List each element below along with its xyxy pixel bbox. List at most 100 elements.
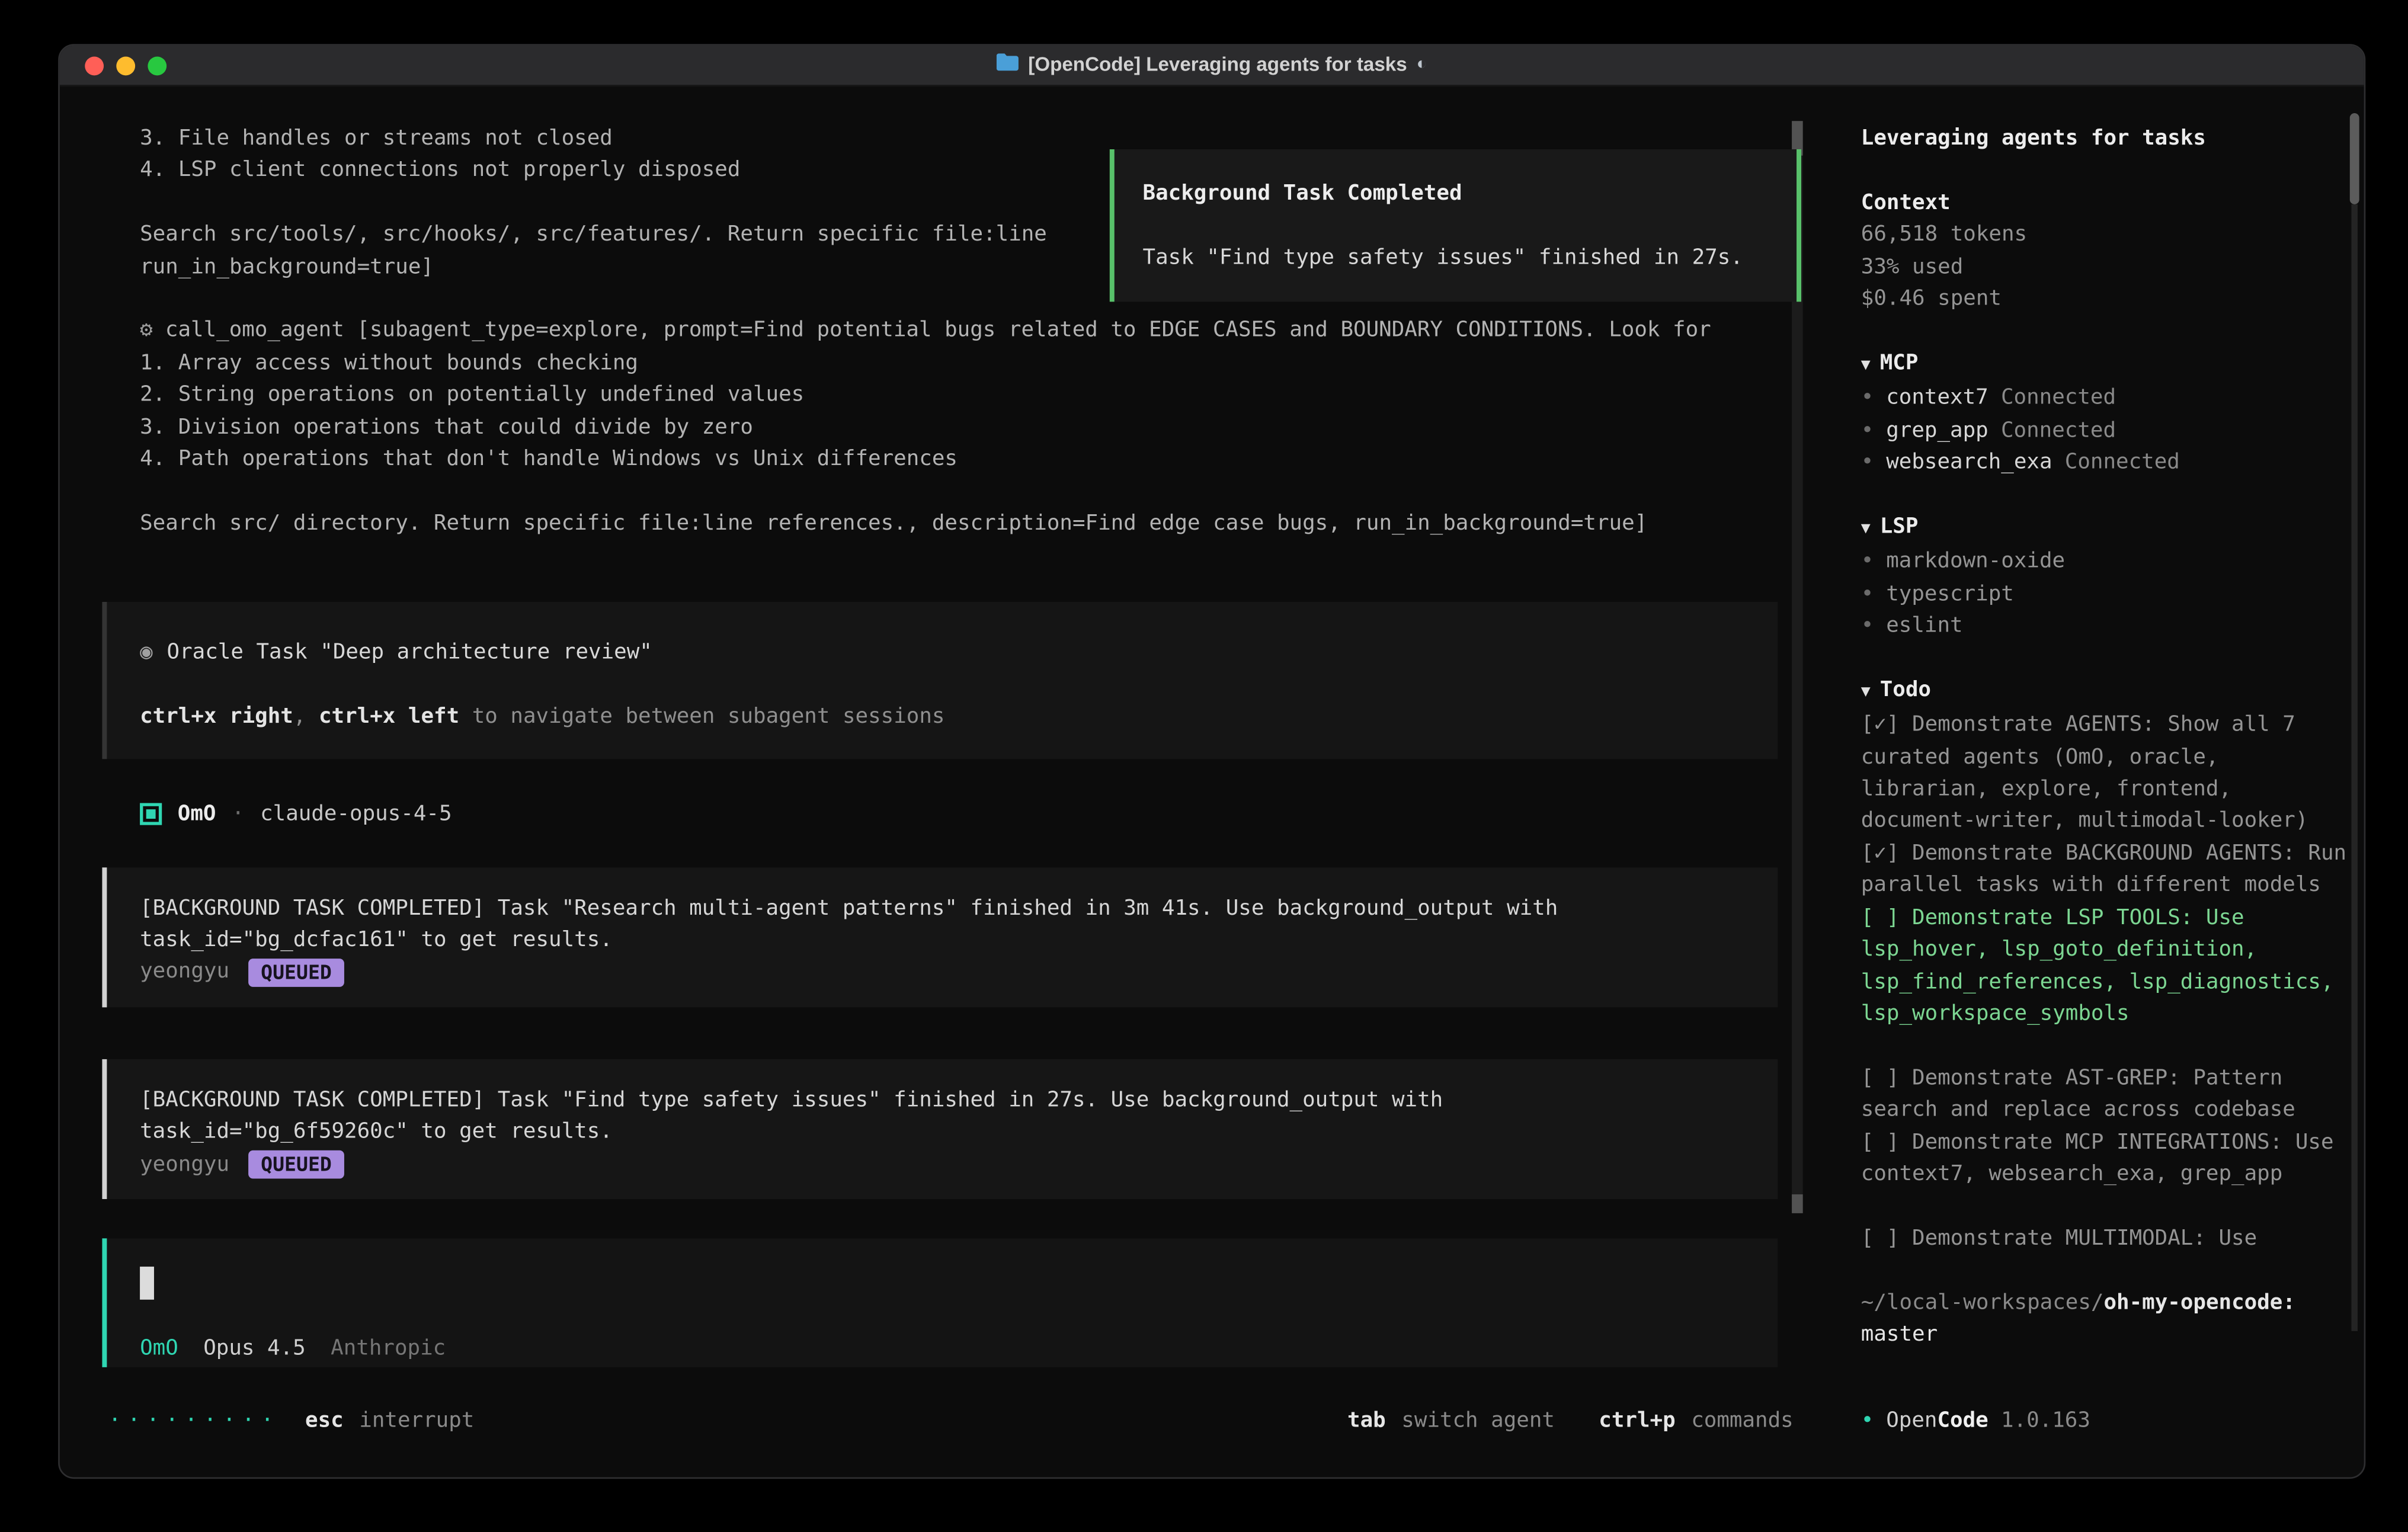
- folder-icon: [997, 49, 1019, 81]
- bullet-icon: •: [1861, 414, 1886, 446]
- terminal-line: 4. Path operations that don't handle Win…: [102, 443, 1778, 475]
- status-bar: ········· esc interrupt tab switch agent…: [108, 1404, 1794, 1436]
- todo-item: [✓] Demonstrate BACKGROUND AGENTS: Run p…: [1861, 838, 2352, 902]
- scrollbar-thumb[interactable]: [2350, 113, 2359, 204]
- lsp-header-text: LSP: [1880, 514, 1919, 539]
- mcp-status: Connected: [2065, 446, 2180, 478]
- dot-separator: ·: [232, 799, 245, 831]
- bullet-icon: •: [1861, 446, 1886, 478]
- workspace-path-prefix: ~/local-workspaces/: [1861, 1290, 2104, 1315]
- bullet-icon: •: [1861, 546, 1886, 578]
- tool-call-text: call_omo_agent [subagent_type=explore, p…: [165, 318, 1711, 343]
- sidebar-scrollbar[interactable]: [2350, 113, 2359, 1331]
- fisheye-icon: ◉: [140, 640, 153, 665]
- bullet-icon: •: [1861, 610, 1886, 642]
- input-agent-label: OmO: [140, 1333, 178, 1365]
- lsp-name: eslint: [1886, 610, 1962, 642]
- terminal-line: [102, 475, 1778, 507]
- todo-header[interactable]: ▼ Todo: [1861, 674, 2352, 709]
- workspace-path: ~/local-workspaces/oh-my-opencode: maste…: [1861, 1286, 2352, 1350]
- gear-icon: ⚙: [140, 318, 153, 343]
- mcp-section: ▼MCP •context7Connected •grep_app Connect…: [1861, 347, 2352, 479]
- session-status-icon: ◐: [1417, 49, 1427, 81]
- queued-badge: QUEUED: [248, 1150, 344, 1178]
- oracle-task-card: ◉Oracle Task "Deep architecture review" …: [102, 602, 1778, 759]
- hint-separator: ,: [293, 704, 319, 729]
- opencode-window: [OpenCode] Leveraging agents for tasks ◐…: [58, 44, 2365, 1479]
- close-button[interactable]: [85, 56, 104, 75]
- bullet-icon: •: [1861, 1404, 1886, 1436]
- background-task-notification: Background Task Completed Task "Find typ…: [1110, 149, 1801, 302]
- context-header: Context: [1861, 187, 2352, 219]
- app-version: 1.0.163: [2001, 1404, 2090, 1436]
- mcp-item: •grep_app Connected: [1861, 414, 2352, 446]
- main-pane: 3. File handles or streams not closed 4.…: [60, 88, 1825, 1477]
- mcp-header[interactable]: ▼MCP: [1861, 347, 2352, 382]
- spinner-dots: ·········: [108, 1404, 280, 1436]
- bullet-icon: •: [1861, 382, 1886, 414]
- todo-section: ▼ Todo [✓] Demonstrate AGENTS: Show all 7…: [1861, 674, 2352, 1255]
- todo-item: [✓] Demonstrate AGENTS: Show all 7 curat…: [1861, 709, 2352, 838]
- context-used: 33% used: [1861, 251, 2352, 283]
- terminal-line: Search src/ directory. Return specific f…: [102, 507, 1778, 539]
- todo-header-text: Todo: [1880, 677, 1931, 702]
- todo-item: [ ] Demonstrate AST-GREP: Pattern search…: [1861, 1062, 2352, 1126]
- input-footer: OmO Opus 4.5 Anthropic: [140, 1333, 1778, 1365]
- chevron-down-icon: ▼: [1861, 520, 1871, 537]
- queued-badge: QUEUED: [248, 958, 344, 986]
- message-footer: yeongyu QUEUED: [140, 956, 1778, 988]
- lsp-section: ▼ LSP •markdown-oxide •typescript •eslint: [1861, 511, 2352, 642]
- prompt-input[interactable]: OmO Opus 4.5 Anthropic: [102, 1239, 1778, 1368]
- minimize-button[interactable]: [116, 56, 135, 75]
- scrollbar-thumb[interactable]: [1792, 1194, 1803, 1213]
- message-line: [BACKGROUND TASK COMPLETED] Task "Find t…: [140, 1084, 1778, 1116]
- session-title: Leveraging agents for tasks: [1861, 123, 2352, 155]
- status-bar-right: tab switch agent ctrl+p commands: [1347, 1404, 1794, 1436]
- notification-title: Background Task Completed: [1143, 178, 1769, 210]
- mcp-item: •context7Connected: [1861, 382, 2352, 414]
- bullet-icon: •: [1861, 578, 1886, 610]
- window-title-text: [OpenCode] Leveraging agents for tasks: [1028, 49, 1407, 81]
- desktop: [OpenCode] Leveraging agents for tasks ◐…: [0, 0, 2408, 1532]
- workspace-branch: master: [1861, 1322, 1938, 1347]
- lsp-item: •eslint: [1861, 610, 2352, 642]
- mcp-header-text: MCP: [1880, 350, 1919, 375]
- workspace-repo: oh-my-opencode:: [2103, 1290, 2295, 1315]
- message-author: yeongyu: [140, 956, 229, 988]
- lsp-header[interactable]: ▼ LSP: [1861, 511, 2352, 546]
- ctrl-p-key-hint: ctrl+p: [1599, 1404, 1675, 1436]
- chevron-down-icon: ▼: [1861, 684, 1871, 701]
- lsp-name: typescript: [1886, 578, 2014, 610]
- mcp-name: grep_app: [1886, 414, 1988, 446]
- hint-key-left: ctrl+x left: [319, 704, 459, 729]
- window-content: 3. File handles or streams not closed 4.…: [60, 88, 2364, 1477]
- sidebar-footer: • Open Code 1.0.163: [1861, 1404, 2090, 1436]
- session-header[interactable]: OmO · claude-opus-4-5: [102, 799, 1778, 831]
- window-title: [OpenCode] Leveraging agents for tasks ◐: [997, 49, 1427, 81]
- lsp-item: •typescript: [1861, 578, 2352, 610]
- app-name-bold: Code: [1937, 1404, 1988, 1436]
- tool-call-line: ⚙ call_omo_agent [subagent_type=explore, …: [102, 315, 1778, 347]
- mcp-name: websearch_exa: [1886, 446, 2052, 478]
- zoom-button[interactable]: [148, 56, 166, 75]
- input-provider-label: Anthropic: [331, 1333, 446, 1365]
- mcp-status: Connected: [2001, 382, 2116, 414]
- hint-description: to navigate between subagent sessions: [459, 704, 944, 729]
- text-cursor: [140, 1267, 154, 1300]
- message-line: task_id="bg_dcfac161" to get results.: [140, 924, 1778, 956]
- message-author: yeongyu: [140, 1148, 229, 1180]
- context-spent: $0.46 spent: [1861, 283, 2352, 315]
- app-name: Open: [1886, 1404, 1937, 1436]
- todo-item: [ ] Demonstrate MULTIMODAL: Use: [1861, 1222, 2352, 1254]
- mcp-status: Connected: [2001, 414, 2116, 446]
- model-name: claude-opus-4-5: [260, 799, 451, 831]
- terminal-line: 3. Division operations that could divide…: [102, 411, 1778, 443]
- lsp-item: •markdown-oxide: [1861, 546, 2352, 578]
- esc-key-hint: esc: [305, 1404, 344, 1436]
- lsp-name: markdown-oxide: [1886, 546, 2065, 578]
- agent-name: OmO: [178, 799, 216, 831]
- input-model-label: Opus 4.5: [203, 1333, 306, 1365]
- ctrl-p-key-label: commands: [1691, 1404, 1794, 1436]
- message-line: task_id="bg_6f59260c" to get results.: [140, 1116, 1778, 1148]
- scrollbar-track[interactable]: [2351, 204, 2358, 1331]
